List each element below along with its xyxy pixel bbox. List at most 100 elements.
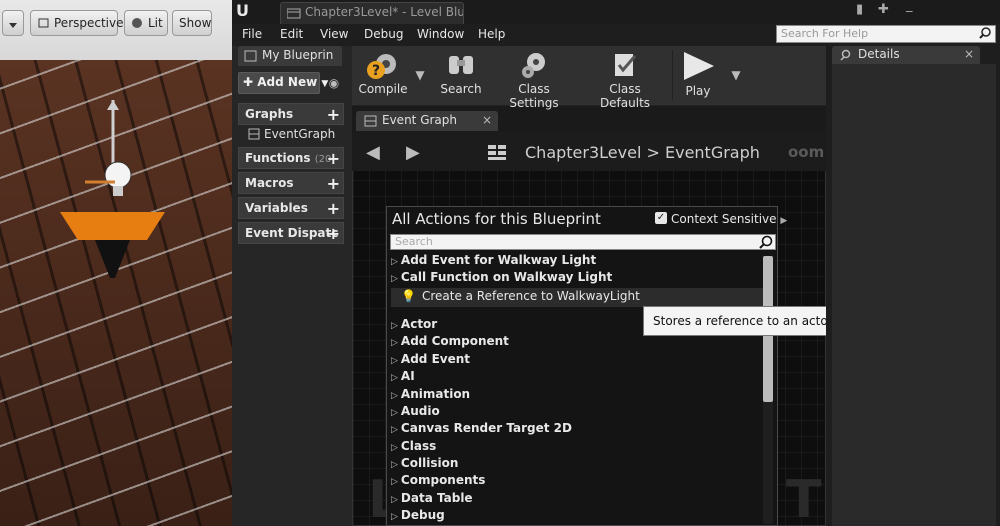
- menu-edit[interactable]: Edit: [280, 27, 303, 41]
- menu-debug[interactable]: Debug: [364, 27, 403, 41]
- category-animation[interactable]: ▷ Animation: [391, 387, 763, 404]
- category-collision[interactable]: ▷ Collision: [391, 456, 763, 473]
- event-dispatchers-section[interactable]: Event Dispatc +: [238, 222, 344, 244]
- category-ai[interactable]: ▷ AI: [391, 369, 763, 386]
- add-graph-plus-icon[interactable]: +: [327, 105, 340, 124]
- action-item-label: Create a Reference to WalkwayLight: [421, 289, 640, 303]
- category-label: Debug: [400, 508, 445, 522]
- event-graph-tab[interactable]: Event Graph ×: [356, 111, 498, 131]
- settings-icon[interactable]: ✚: [878, 2, 889, 17]
- action-item-create-reference[interactable]: 💡 Create a Reference to WalkwayLight: [391, 288, 763, 307]
- search-help-input[interactable]: Search For Help: [776, 25, 996, 43]
- graph-tab-icon: [364, 115, 377, 127]
- viewport-menu-button[interactable]: [2, 10, 24, 36]
- category-label: Add Event: [400, 352, 471, 366]
- close-icon[interactable]: ×: [482, 113, 492, 127]
- minimize-icon[interactable]: _: [906, 0, 913, 13]
- add-event-dispatcher-plus-icon[interactable]: +: [327, 224, 340, 243]
- details-body: [832, 64, 996, 526]
- breadcrumb-root[interactable]: Chapter3Level: [525, 143, 641, 162]
- document-tab[interactable]: Chapter3Level* - Level Blu: [280, 2, 464, 24]
- add-new-label: Add New: [257, 75, 318, 89]
- add-macro-plus-icon[interactable]: +: [327, 174, 340, 193]
- close-icon[interactable]: ×: [964, 47, 974, 61]
- context-sensitive-option[interactable]: Context Sensitive ▶: [671, 212, 787, 226]
- add-function-plus-icon[interactable]: +: [327, 149, 340, 168]
- action-item-add-event-walkway[interactable]: ▷ Add Event for Walkway Light: [391, 253, 763, 270]
- class-settings-gears-icon: [522, 53, 545, 78]
- functions-label: Functions: [245, 151, 311, 165]
- details-tab-label: Details: [858, 47, 900, 61]
- search-button[interactable]: Search: [438, 48, 484, 104]
- perspective-button[interactable]: Perspective: [30, 10, 124, 36]
- class-settings-button[interactable]: Class Settings: [492, 48, 576, 110]
- context-sensitive-checkbox[interactable]: ✓: [655, 212, 667, 224]
- category-components[interactable]: ▷ Components: [391, 473, 763, 490]
- search-help-placeholder: Search For Help: [781, 27, 869, 40]
- expand-triangle-icon: ▷: [391, 512, 398, 522]
- expand-triangle-icon: ▷: [391, 460, 398, 470]
- action-menu-title: All Actions for this Blueprint: [392, 210, 601, 228]
- action-item-call-function-walkway[interactable]: ▷ Call Function on Walkway Light: [391, 270, 763, 287]
- category-canvas-render-target[interactable]: ▷ Canvas Render Target 2D: [391, 421, 763, 438]
- category-class[interactable]: ▷ Class: [391, 439, 763, 456]
- category-add-event[interactable]: ▷ Add Event: [391, 352, 763, 369]
- blueprint-watermark-right: T: [786, 470, 822, 526]
- play-button[interactable]: Play: [676, 48, 720, 104]
- category-label: AI: [400, 369, 415, 383]
- menu-view[interactable]: View: [320, 27, 348, 41]
- eventgraph-list-item[interactable]: EventGraph: [248, 127, 335, 141]
- my-blueprint-tab[interactable]: My Blueprin: [238, 46, 342, 66]
- binoculars-icon: [449, 56, 473, 74]
- menu-file[interactable]: File: [242, 27, 262, 41]
- category-label: Audio: [400, 404, 440, 418]
- add-variable-plus-icon[interactable]: +: [327, 199, 340, 218]
- compile-gear-question-icon: ?: [367, 54, 396, 79]
- breadcrumb-leaf[interactable]: EventGraph: [665, 143, 760, 162]
- category-label: Animation: [400, 387, 471, 401]
- event-dispatchers-label: Event Dispatc: [245, 226, 339, 240]
- expand-triangle-icon: ▷: [391, 338, 398, 348]
- class-defaults-button[interactable]: Class Defaults: [584, 48, 666, 110]
- show-button[interactable]: Show: [172, 10, 212, 36]
- action-search-input[interactable]: Search: [390, 234, 776, 250]
- expand-triangle-icon: ▷: [391, 408, 398, 418]
- category-label: Data Table: [400, 491, 473, 505]
- chat-icon[interactable]: ▮: [856, 2, 863, 17]
- compile-button[interactable]: ? Compile: [356, 48, 410, 104]
- macros-section[interactable]: Macros +: [238, 172, 344, 194]
- category-debug[interactable]: ▷ Debug: [391, 508, 763, 525]
- level-viewport[interactable]: Perspective Lit Show: [0, 0, 232, 526]
- functions-section[interactable]: Functions (20 +: [238, 147, 344, 169]
- play-icon: [684, 52, 714, 80]
- wall-lamp-actor[interactable]: [55, 100, 165, 290]
- lightbulb-icon: 💡: [401, 289, 416, 303]
- graph-icon: [248, 128, 260, 140]
- play-options-chevron-down-icon[interactable]: ▼: [728, 68, 744, 124]
- back-arrow-icon[interactable]: ◀: [366, 142, 380, 163]
- view-options-eye-icon[interactable]: ◉: [324, 72, 344, 94]
- class-defaults-label: Class Defaults: [599, 82, 651, 110]
- expand-triangle-icon: ▷: [391, 391, 398, 401]
- cube-icon: [38, 18, 49, 28]
- category-add-component[interactable]: ▷ Add Component: [391, 334, 763, 351]
- menu-window[interactable]: Window: [417, 27, 464, 41]
- add-new-button[interactable]: ✚ Add New ▼: [238, 72, 328, 94]
- variables-section[interactable]: Variables +: [238, 197, 344, 219]
- document-tab-label: Chapter3Level* - Level Blu: [305, 5, 464, 19]
- category-data-table[interactable]: ▷ Data Table: [391, 491, 763, 508]
- action-search-placeholder: Search: [395, 235, 433, 248]
- compile-label: Compile: [358, 82, 408, 96]
- graphs-section[interactable]: Graphs +: [238, 103, 344, 125]
- details-tab[interactable]: Details ×: [832, 46, 980, 64]
- class-defaults-checklist-icon: [615, 54, 637, 76]
- category-audio[interactable]: ▷ Audio: [391, 404, 763, 421]
- forward-arrow-icon[interactable]: ▶: [406, 142, 420, 163]
- lit-button[interactable]: Lit: [124, 10, 168, 36]
- category-label: Actor: [400, 317, 438, 331]
- expand-triangle-icon: ▷: [391, 443, 398, 453]
- action-item-label: Add Event for Walkway Light: [400, 253, 597, 267]
- menu-help[interactable]: Help: [478, 27, 505, 41]
- expand-triangle-icon: ▷: [391, 425, 398, 435]
- blueprint-icon: [244, 50, 257, 62]
